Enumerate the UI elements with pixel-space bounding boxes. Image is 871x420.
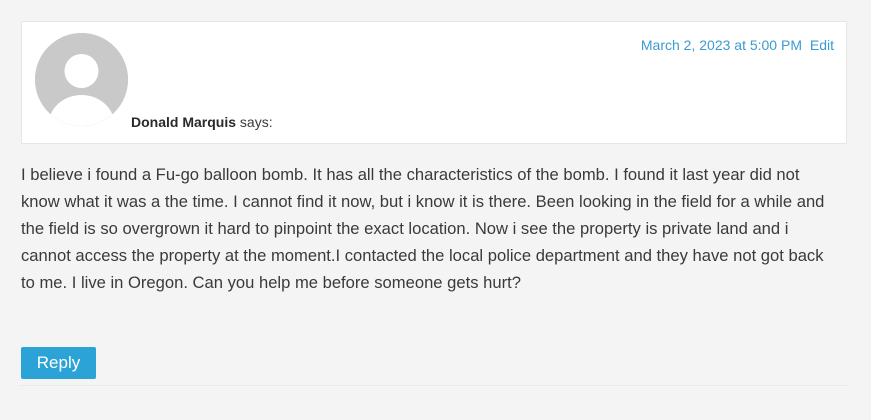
default-user-avatar-icon [35,33,128,126]
avatar [35,33,128,126]
edit-link[interactable]: Edit [810,37,834,53]
comment-body: I believe i found a Fu-go balloon bomb. … [21,165,825,292]
comment-date-link[interactable]: March 2, 2023 at 5:00 PM [641,37,802,53]
comment-meta: March 2, 2023 at 5:00 PM Edit Donald Mar… [21,21,847,144]
comment-divider [21,385,847,386]
comment-date-line: March 2, 2023 at 5:00 PM Edit [641,37,834,53]
author-line: Donald Marquis says: [131,114,273,130]
reply-button[interactable]: Reply [21,347,96,379]
says-label: says: [239,114,273,130]
author-name: Donald Marquis [131,114,237,130]
